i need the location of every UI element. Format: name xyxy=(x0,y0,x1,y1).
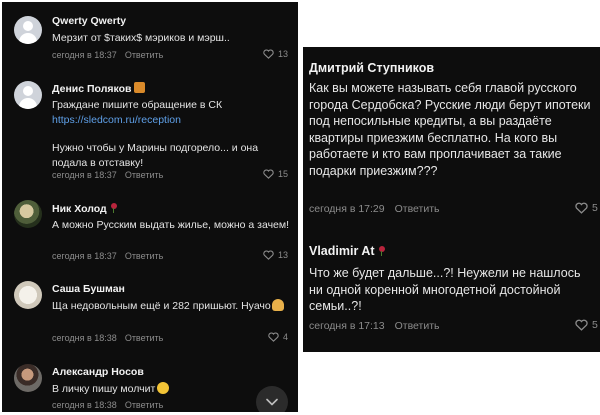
comment-text: В личку пишу молчит xyxy=(52,382,292,397)
comment-author[interactable]: Qwerty Qwerty xyxy=(52,15,126,27)
comment-text: Мерзит от $таких$ мэриков и мэрш.. xyxy=(52,32,230,44)
comment-meta: сегодня в 18:37 Ответить xyxy=(52,251,163,261)
like-count: 5 xyxy=(592,319,598,331)
comment-time: сегодня в 18:38 xyxy=(52,333,117,343)
scroll-down-button[interactable] xyxy=(256,386,288,412)
comment-time: сегодня в 17:13 xyxy=(309,320,385,332)
comment-text: Ща недовольным ещё и 282 пришьют. Нуачо xyxy=(52,299,292,314)
like-count: 15 xyxy=(277,169,288,179)
comment-time: сегодня в 17:29 xyxy=(309,203,385,215)
comment-author[interactable]: Денис Поляков xyxy=(52,82,146,95)
comment-text: Что же будет дальше...?! Неужели не нашл… xyxy=(309,266,581,314)
left-comments-panel: Qwerty Qwerty Мерзит от $таких$ мэриков … xyxy=(2,2,298,412)
avatar[interactable] xyxy=(14,200,42,228)
heart-icon xyxy=(575,319,588,331)
heart-icon xyxy=(263,250,274,260)
flower-emoji-icon xyxy=(378,245,386,256)
comment-text: Граждане пишите обращение в СК https://s… xyxy=(52,98,292,170)
comment-meta: сегодня в 17:13 Ответить xyxy=(309,320,440,332)
like-button[interactable]: 4 xyxy=(268,332,288,342)
avatar[interactable] xyxy=(14,364,42,392)
comment-text: Как вы можете называть себя главой русск… xyxy=(309,81,591,178)
comment-time: сегодня в 18:37 xyxy=(52,251,117,261)
comment-author[interactable]: Александр Носов xyxy=(52,366,144,378)
heart-icon xyxy=(263,169,274,179)
like-count: 13 xyxy=(277,49,288,59)
smile-emoji-icon xyxy=(157,382,170,394)
heart-icon xyxy=(575,202,588,214)
avatar[interactable] xyxy=(14,281,42,309)
cat-emoji-icon xyxy=(134,82,146,93)
like-button[interactable]: 5 xyxy=(575,319,598,331)
heart-icon xyxy=(268,332,279,342)
right-comments-panel: Дмитрий Ступников Как вы можете называть… xyxy=(303,47,600,352)
avatar[interactable] xyxy=(14,81,42,109)
comment-time: сегодня в 18:37 xyxy=(52,170,117,180)
comment-meta: сегодня в 18:38 Ответить xyxy=(52,400,163,410)
reply-button[interactable]: Ответить xyxy=(125,333,163,343)
heart-icon xyxy=(263,49,274,59)
reply-button[interactable]: Ответить xyxy=(125,400,163,410)
comment-meta: сегодня в 18:38 Ответить xyxy=(52,333,163,343)
comment-author[interactable]: Дмитрий Ступников xyxy=(309,61,434,75)
reply-button[interactable]: Ответить xyxy=(395,203,440,215)
like-count: 4 xyxy=(282,332,288,342)
person-emoji-icon xyxy=(271,299,284,311)
like-button[interactable]: 5 xyxy=(575,202,598,214)
avatar[interactable] xyxy=(14,16,42,44)
comment-meta: сегодня в 18:37 Ответить xyxy=(52,170,163,180)
like-button[interactable]: 13 xyxy=(263,250,288,260)
comment-time: сегодня в 18:37 xyxy=(52,50,117,60)
flower-emoji-icon xyxy=(110,202,118,213)
comment-author[interactable]: Саша Бушман xyxy=(52,283,125,295)
like-button[interactable]: 13 xyxy=(263,49,288,59)
like-count: 13 xyxy=(277,250,288,260)
reply-button[interactable]: Ответить xyxy=(125,251,163,261)
reply-button[interactable]: Ответить xyxy=(395,320,440,332)
like-count: 5 xyxy=(592,202,598,214)
like-button[interactable]: 15 xyxy=(263,169,288,179)
comment-meta: сегодня в 17:29 Ответить xyxy=(309,203,440,215)
comment-link[interactable]: https://sledcom.ru/reception xyxy=(52,113,292,128)
comment-text: А можно Русским выдать жилье, можно а за… xyxy=(52,219,290,231)
comment-time: сегодня в 18:38 xyxy=(52,400,117,410)
comment-author[interactable]: Ник Холод xyxy=(52,202,118,215)
chevron-down-icon xyxy=(266,398,278,406)
reply-button[interactable]: Ответить xyxy=(125,170,163,180)
comment-author[interactable]: Vladimir At xyxy=(309,244,386,258)
reply-button[interactable]: Ответить xyxy=(125,50,163,60)
comment-meta: сегодня в 18:37 Ответить xyxy=(52,50,163,60)
